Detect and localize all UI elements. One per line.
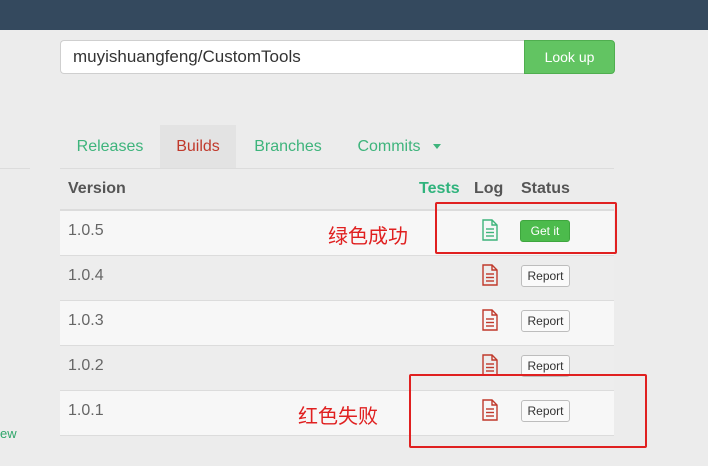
version-cell: 1.0.1 — [68, 402, 104, 419]
version-cell: 1.0.2 — [68, 357, 104, 374]
tab-commits[interactable]: Commits — [340, 125, 458, 168]
success-annotation-label: 绿色成功 — [328, 224, 408, 248]
failure-annotation-label: 红色失败 — [298, 404, 378, 428]
look-up-button[interactable]: Look up — [524, 40, 615, 74]
left-partial-link[interactable]: ew — [0, 426, 17, 441]
tab-commits-label: Commits — [357, 138, 421, 155]
success-annotation-box — [435, 202, 617, 254]
tab-builds[interactable]: Builds — [160, 125, 236, 168]
tab-releases[interactable]: Releases — [60, 125, 160, 168]
version-cell: 1.0.5 — [68, 222, 104, 239]
failure-annotation-box — [409, 374, 647, 448]
left-divider — [0, 168, 30, 169]
file-text-icon[interactable] — [480, 264, 500, 286]
file-text-icon[interactable] — [480, 354, 500, 376]
table-row: 1.0.4 Report — [60, 256, 614, 301]
file-text-icon[interactable] — [480, 309, 500, 331]
header-version: Version — [68, 180, 126, 197]
table-row: 1.0.3 Report — [60, 301, 614, 346]
caret-down-icon — [432, 144, 441, 150]
report-button[interactable]: Report — [521, 310, 570, 332]
tab-bar: Releases Builds Branches Commits — [60, 125, 614, 169]
repository-search-input[interactable]: muyishuangfeng/CustomTools — [60, 40, 524, 74]
version-cell: 1.0.3 — [68, 312, 104, 329]
report-button[interactable]: Report — [521, 265, 570, 287]
top-header-bar — [0, 0, 708, 30]
tab-branches[interactable]: Branches — [236, 125, 340, 168]
search-bar: muyishuangfeng/CustomTools Look up — [60, 40, 615, 74]
version-cell: 1.0.4 — [68, 267, 104, 284]
